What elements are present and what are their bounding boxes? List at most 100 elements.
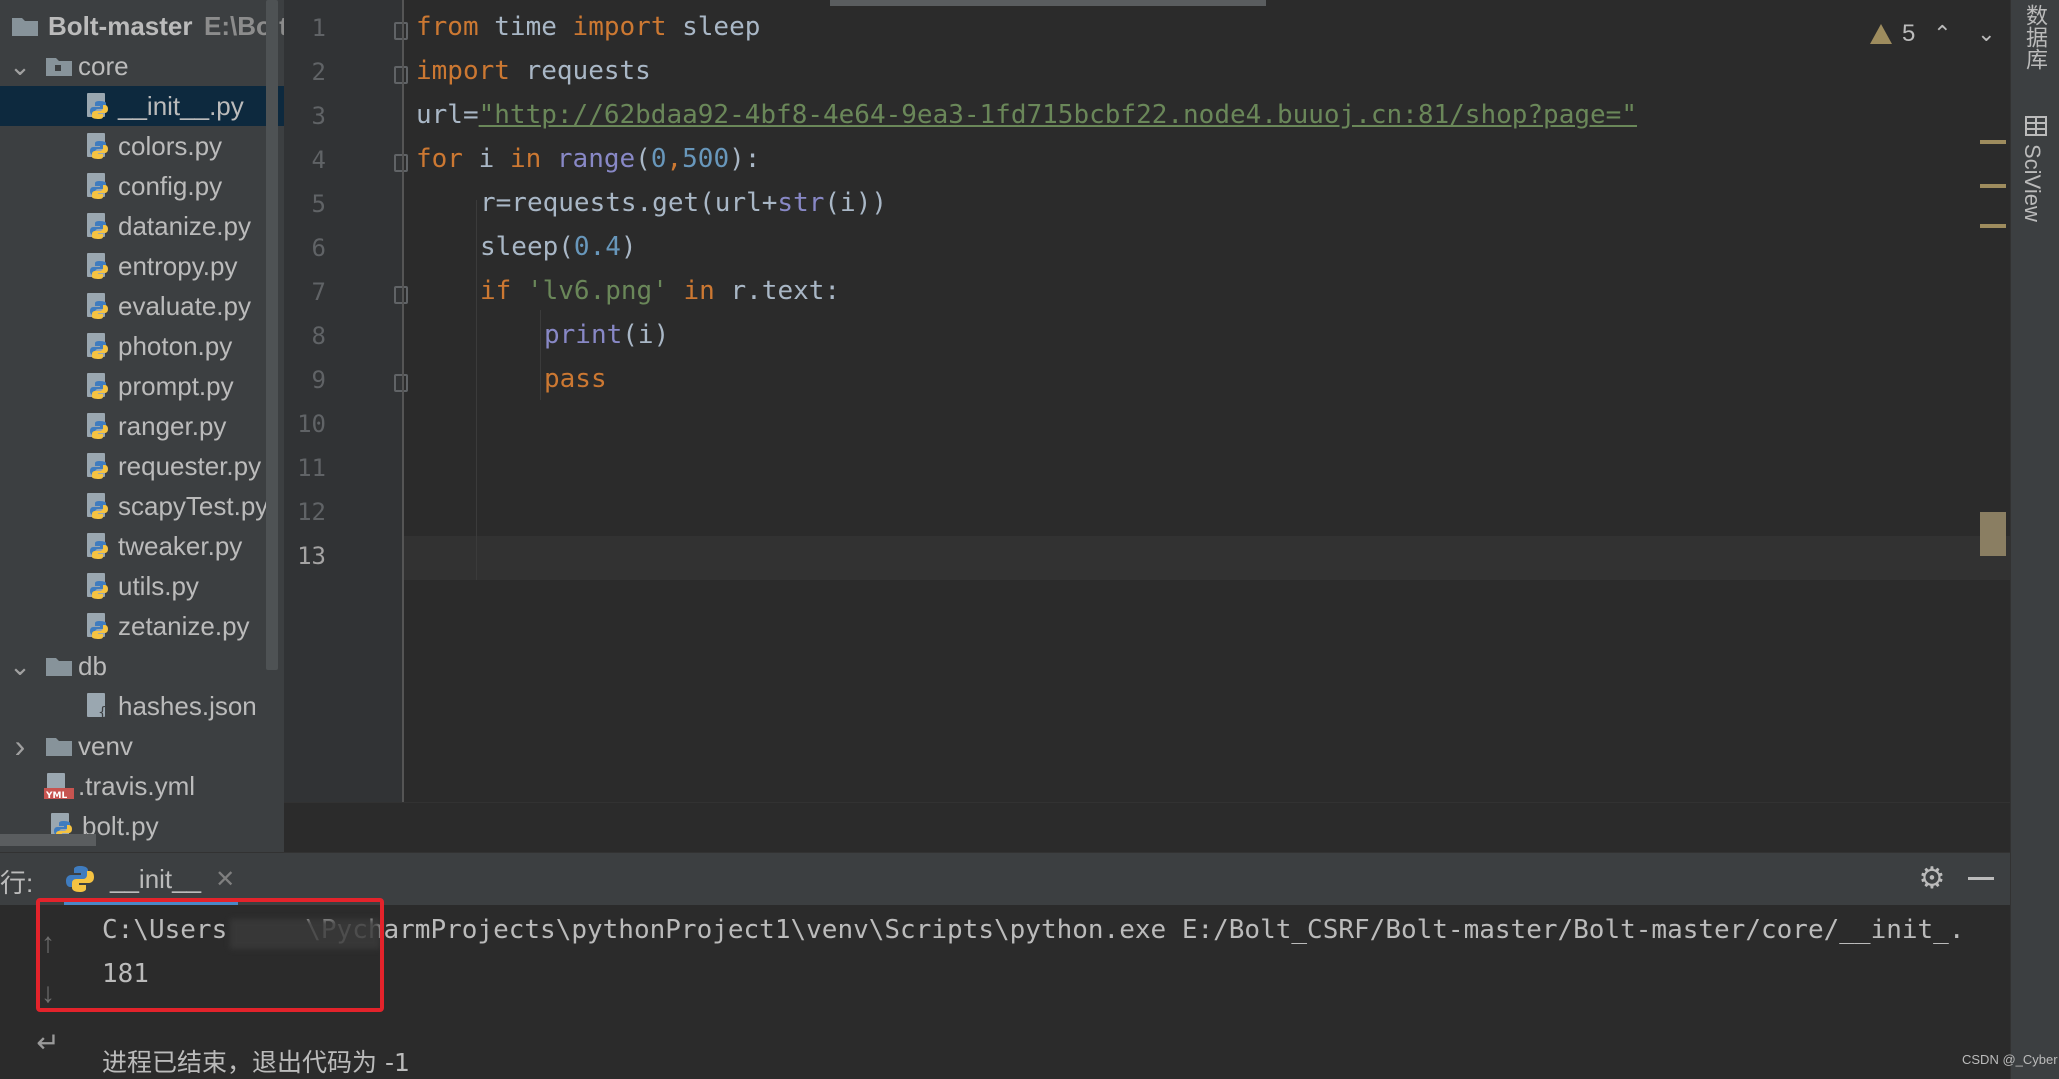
chevron-down-icon[interactable]: ⌄ <box>6 51 34 81</box>
tree-item-label: photon.py <box>118 330 233 361</box>
fold-marker[interactable] <box>394 22 408 40</box>
tree-item[interactable]: zetanize.py <box>0 606 284 646</box>
python-file-icon <box>87 453 108 479</box>
tree-item[interactable]: › venv <box>0 726 284 766</box>
indent-guide <box>476 200 477 580</box>
sciview-tool-tab[interactable]: SciView <box>2019 144 2045 222</box>
folder-icon <box>12 18 38 36</box>
tree-item[interactable]: config.py <box>0 166 284 206</box>
code-line-1[interactable]: from time import sleep <box>416 12 760 42</box>
tree-item-label: .travis.yml <box>78 770 195 801</box>
previous-highlight-icon[interactable]: ⌃ <box>1925 17 1959 51</box>
tree-item[interactable]: ⌄ core <box>0 46 284 86</box>
python-file-icon <box>87 413 108 439</box>
inspection-widget[interactable]: 5 ⌃ ⌄ <box>1870 16 2003 52</box>
error-stripe-marker[interactable] <box>1980 184 2006 188</box>
tree-item[interactable]: ⌄ db <box>0 646 284 686</box>
close-tab-icon[interactable]: ✕ <box>215 865 235 894</box>
fold-marker[interactable] <box>394 374 408 392</box>
line-number: 2 <box>311 58 326 86</box>
tree-item[interactable]: entropy.py <box>0 246 284 286</box>
tree-item[interactable]: ranger.py <box>0 406 284 446</box>
database-tool-tab[interactable]: 数据库 <box>2019 4 2051 70</box>
tree-item-label: venv <box>78 730 133 761</box>
line-number: 4 <box>311 146 326 174</box>
code-line-2[interactable]: import requests <box>416 56 651 86</box>
tree-item-label: entropy.py <box>118 250 238 281</box>
annotation-highlight-box <box>36 898 384 1012</box>
line-number: 11 <box>297 454 326 482</box>
tree-item[interactable]: photon.py <box>0 326 284 366</box>
code-editor[interactable]: 1 2 3 4 5 6 7 8 9 10 11 12 13 from time import sleep… <box>284 0 2010 853</box>
yaml-file-icon: YML <box>44 773 74 801</box>
tree-scrollbar[interactable] <box>266 0 278 670</box>
line-number: 13 <box>297 542 326 570</box>
chevron-down-icon[interactable]: ⌄ <box>6 651 34 681</box>
line-number-gutter: 1 2 3 4 5 6 7 8 9 10 11 12 13 <box>284 0 408 802</box>
run-label: 行: <box>0 868 34 898</box>
current-line-highlight <box>404 536 2010 580</box>
editor-tab-scroll-thumb[interactable] <box>830 0 1266 6</box>
tree-item-label: config.py <box>118 170 223 201</box>
tree-item-label: ranger.py <box>118 410 227 441</box>
code-line-9[interactable]: pass <box>544 364 607 394</box>
code-line-7[interactable]: if 'lv6.png' in r.text: <box>480 276 840 306</box>
tree-item-label: core <box>78 50 129 81</box>
error-stripe-marker[interactable] <box>1980 140 2006 144</box>
line-number: 9 <box>311 366 326 394</box>
tree-item[interactable]: {}hashes.json <box>0 686 284 726</box>
code-line-4[interactable]: for i in range(0,500): <box>416 144 760 174</box>
code-line-3[interactable]: url="http://62bdaa92-4bf8-4e64-9ea3-1fd7… <box>416 100 1637 130</box>
tree-item[interactable]: __init__.py <box>0 86 284 126</box>
tree-item[interactable]: tweaker.py <box>0 526 284 566</box>
tree-item[interactable]: YML .travis.yml <box>0 766 284 806</box>
tree-item[interactable]: requester.py <box>0 446 284 486</box>
tree-item[interactable]: colors.py <box>0 126 284 166</box>
error-stripe-marker[interactable] <box>1980 224 2006 228</box>
tree-item[interactable]: utils.py <box>0 566 284 606</box>
code-line-6[interactable]: sleep(0.4) <box>480 232 637 262</box>
line-number: 8 <box>311 322 326 350</box>
project-root[interactable]: Bolt-master E:\Bolt_ <box>0 6 284 46</box>
tree-item[interactable]: evaluate.py <box>0 286 284 326</box>
line-number: 10 <box>297 410 326 438</box>
minimize-icon[interactable] <box>1968 877 1994 880</box>
tree-item[interactable]: datanize.py <box>0 206 284 246</box>
line-number: 7 <box>311 278 326 306</box>
soft-wrap-icon[interactable]: ↵ <box>30 1025 66 1061</box>
line-number: 3 <box>311 102 326 130</box>
tree-item[interactable]: scapyTest.py <box>0 486 284 526</box>
tree-item-label: scapyTest.py <box>118 490 269 521</box>
folder-icon <box>46 658 72 676</box>
gear-icon[interactable]: ⚙ <box>1916 863 1948 895</box>
python-file-icon <box>87 253 108 279</box>
fold-marker[interactable] <box>394 66 408 84</box>
python-file-icon <box>87 493 108 519</box>
tree-horizontal-scrollbar[interactable] <box>0 834 96 846</box>
fold-marker[interactable] <box>394 154 408 172</box>
chevron-right-icon[interactable]: › <box>6 728 34 764</box>
project-root-name: Bolt-master <box>48 10 193 41</box>
warning-icon <box>1870 24 1892 44</box>
json-file-icon: {} <box>87 693 114 721</box>
tree-item[interactable]: prompt.py <box>0 366 284 406</box>
grid-icon <box>2025 116 2047 136</box>
python-file-icon <box>87 93 108 119</box>
code-line-5[interactable]: r=requests.get(url+str(i)) <box>480 188 887 218</box>
python-file-icon <box>87 613 108 639</box>
fold-marker[interactable] <box>394 286 408 304</box>
code-line-8[interactable]: print(i) <box>544 320 669 350</box>
svg-text:{}: {} <box>98 705 114 721</box>
editor-horizontal-scroll-area[interactable] <box>284 802 2010 853</box>
project-panel: Bolt-master E:\Bolt_ ⌄ core __init__.pycol… <box>0 0 284 852</box>
run-tab-label: __init__ <box>110 863 202 894</box>
editor-scroll-thumb[interactable] <box>1980 512 2006 556</box>
python-file-icon <box>87 133 108 159</box>
next-highlight-icon[interactable]: ⌄ <box>1969 17 2003 51</box>
python-icon <box>66 866 94 892</box>
tree-item-label: datanize.py <box>118 210 251 241</box>
folder-icon <box>46 58 72 76</box>
tree-item-label: requester.py <box>118 450 262 481</box>
right-tool-strip: 数据库 SciView <box>2010 0 2059 1079</box>
warning-count: 5 <box>1902 20 1916 47</box>
